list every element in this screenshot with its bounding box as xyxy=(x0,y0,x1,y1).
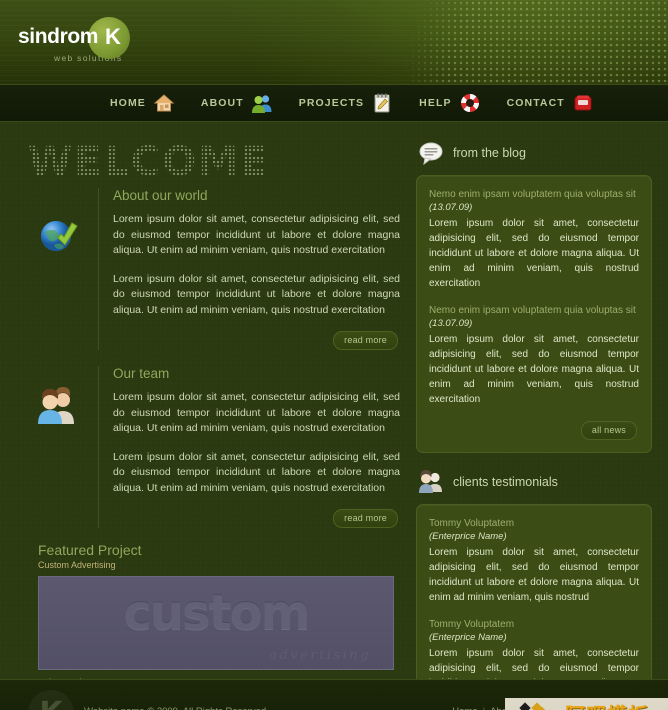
blog-entry-date: (13.07.09) xyxy=(429,202,473,213)
blog-panel: Nemo enim ipsam voluptatem quia voluptas… xyxy=(416,175,652,453)
testimonial-body: Lorem ipsum dolor sit amet, consectetur … xyxy=(429,547,639,603)
speech-bubble-icon xyxy=(418,140,444,166)
blog-entry: Nemo enim ipsam voluptatem quia voluptas… xyxy=(429,305,639,407)
lifebuoy-icon xyxy=(459,92,481,114)
testimonial-entry: Tommy Voluptatem (Enterprice Name) Lorem… xyxy=(429,619,639,679)
nav-item-contact[interactable]: CONTACT xyxy=(507,92,594,114)
site-footer: K Website name © 2009. All Rights Reserv… xyxy=(0,679,668,710)
featured-image-wordmark: custom xyxy=(123,585,310,641)
logo-word: sindrom xyxy=(18,25,99,48)
clients-icon xyxy=(418,469,444,495)
testimonial-company: (Enterprice Name) xyxy=(429,632,507,643)
nav-label-projects: PROJECTS xyxy=(298,97,365,109)
nav-item-home[interactable]: HOME xyxy=(110,92,175,114)
nav-item-about[interactable]: ABOUT xyxy=(201,92,273,114)
blog-heading: from the blog xyxy=(453,146,526,160)
section-about-our-world: About our world Lorem ipsum dolor sit am… xyxy=(28,188,400,350)
blog-entry-date: (13.07.09) xyxy=(429,318,473,329)
featured-image-subwordmark: advertising xyxy=(269,648,371,663)
nav-label-help: HELP xyxy=(419,97,452,109)
testimonials-heading: clients testimonials xyxy=(453,475,558,489)
nav-label-home: HOME xyxy=(110,97,146,109)
testimonial-entry: Tommy Voluptatem (Enterprice Name) Lorem… xyxy=(429,518,639,605)
testimonials-heading-row: clients testimonials xyxy=(418,469,652,495)
nav-item-help[interactable]: HELP xyxy=(419,92,480,114)
featured-project-subtitle: Custom Advertising xyxy=(38,560,116,570)
read-more-button[interactable]: read more xyxy=(333,331,398,350)
diamond-pattern-icon xyxy=(511,702,561,710)
testimonial-body: Lorem ipsum dolor sit amet, consectetur … xyxy=(429,648,639,679)
watermark-text: 阿哩模板 ALimm.Com xyxy=(565,705,663,710)
footer-separator: | xyxy=(483,706,485,710)
read-more-button[interactable]: read more xyxy=(333,509,398,528)
watermark-chinese-text: 阿哩模板 xyxy=(565,705,663,710)
house-icon xyxy=(153,92,175,114)
main-content: WELCOME About our world Lorem ipsum dolo… xyxy=(0,122,668,679)
blog-heading-row: from the blog xyxy=(418,140,652,166)
nav-label-contact: CONTACT xyxy=(506,97,565,109)
globe-check-icon xyxy=(34,212,82,260)
testimonial-author: Tommy Voluptatem xyxy=(429,619,515,630)
featured-project-title: Featured Project xyxy=(38,542,142,558)
notepad-icon xyxy=(371,92,393,114)
blog-entry-title[interactable]: Nemo enim ipsam voluptatem quia voluptas… xyxy=(429,305,639,316)
logo-letter: K xyxy=(105,24,121,49)
left-column: WELCOME About our world Lorem ipsum dolo… xyxy=(0,122,412,679)
blog-entry: Nemo enim ipsam voluptatem quia voluptas… xyxy=(429,189,639,291)
nav-item-projects[interactable]: PROJECTS xyxy=(299,92,393,114)
featured-project-image[interactable]: custom advertising xyxy=(38,576,394,670)
section-paragraph: Lorem ipsum dolor sit amet, consectetur … xyxy=(113,450,400,494)
footer-logo-mark: K xyxy=(28,690,74,710)
halftone-dots-decoration xyxy=(398,0,668,84)
section-paragraph: Lorem ipsum dolor sit amet, consectetur … xyxy=(113,391,400,434)
testimonial-author: Tommy Voluptatem xyxy=(429,518,515,529)
copyright-text: Website name © 2009. All Rights Reserved… xyxy=(84,706,269,710)
page-root: sindrom K web solutions HOME ABOUT PROJE… xyxy=(0,0,668,710)
section-title: Our team xyxy=(113,366,170,381)
watermark-overlay: 阿哩模板 ALimm.Com xyxy=(505,698,668,710)
telephone-icon xyxy=(572,92,594,114)
testimonial-company: (Enterprice Name) xyxy=(429,531,507,542)
right-sidebar: from the blog Nemo enim ipsam voluptatem… xyxy=(416,122,652,679)
page-title: WELCOME xyxy=(28,136,412,188)
footer-link-home[interactable]: Home xyxy=(452,706,477,710)
two-people-icon xyxy=(34,382,82,430)
users-icon xyxy=(251,92,273,114)
main-navigation: HOME ABOUT PROJECTS HELP CONTACT xyxy=(0,84,668,122)
nav-label-about: ABOUT xyxy=(200,97,244,109)
site-logo[interactable]: sindrom K web solutions xyxy=(18,17,130,63)
site-header: sindrom K web solutions xyxy=(0,0,668,84)
blog-entry-title[interactable]: Nemo enim ipsam voluptatem quia voluptas… xyxy=(429,189,639,200)
testimonials-panel: Tommy Voluptatem (Enterprice Name) Lorem… xyxy=(416,504,652,679)
featured-project-section: Featured Project Custom Advertising cust… xyxy=(38,542,400,679)
section-title: About our world xyxy=(113,188,208,203)
blog-entry-body: Lorem ipsum dolor sit amet, consectetur … xyxy=(429,334,639,405)
all-news-button[interactable]: all news xyxy=(580,421,637,440)
section-paragraph: Lorem ipsum dolor sit amet, consectetur … xyxy=(113,272,400,316)
section-paragraph: Lorem ipsum dolor sit amet, consectetur … xyxy=(113,213,400,256)
blog-entry-body: Lorem ipsum dolor sit amet, consectetur … xyxy=(429,218,639,289)
section-our-team: Our team Lorem ipsum dolor sit amet, con… xyxy=(28,366,400,528)
